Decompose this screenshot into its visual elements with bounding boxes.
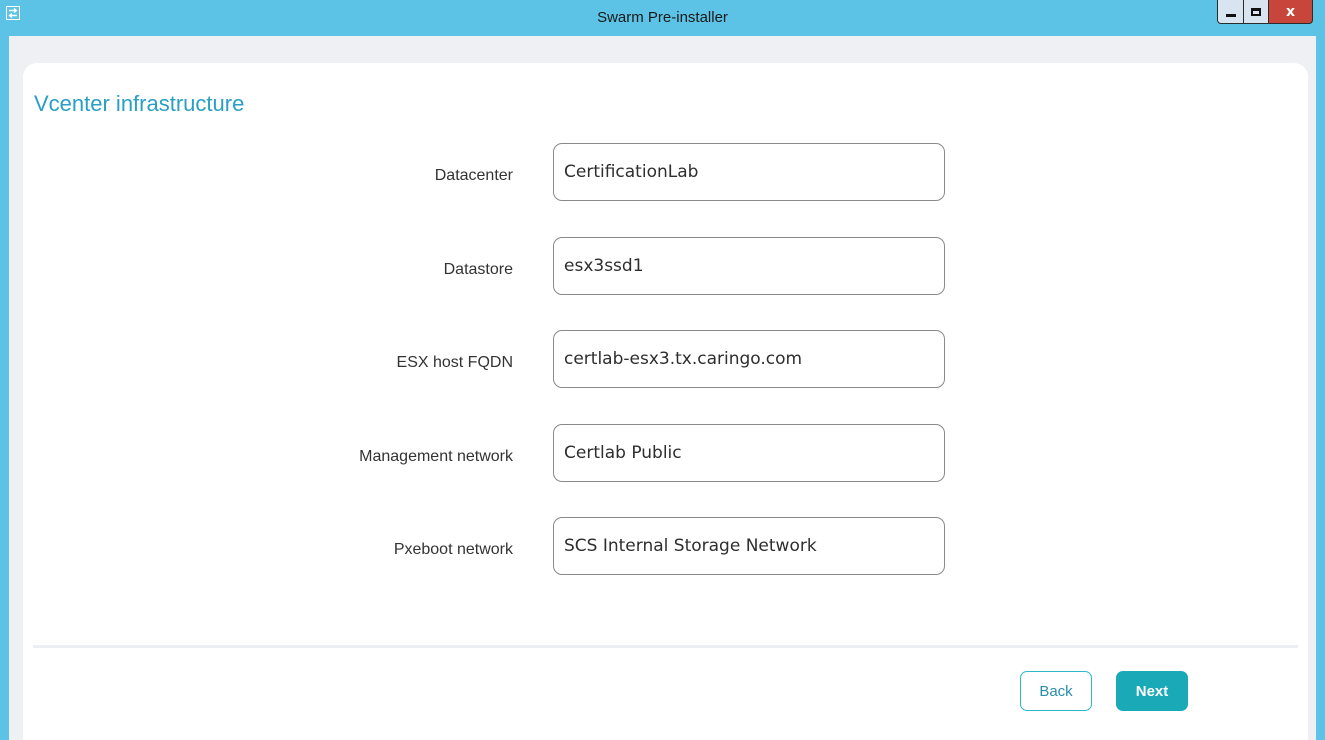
window-controls: x [1217, 0, 1313, 24]
next-button[interactable]: Next [1116, 671, 1188, 711]
form-row-datastore: Datastore [23, 237, 983, 295]
close-icon: x [1285, 3, 1296, 20]
pxeboot-network-input[interactable] [553, 517, 945, 575]
maximize-button[interactable] [1243, 0, 1269, 24]
esx-host-fqdn-input[interactable] [553, 330, 945, 388]
datastore-label: Datastore [443, 261, 513, 278]
title-bar[interactable]: Swarm Pre-installer x [0, 0, 1325, 36]
page-title: Vcenter infrastructure [34, 91, 245, 116]
esx-host-fqdn-label: ESX host FQDN [396, 354, 513, 371]
minimize-button[interactable] [1217, 0, 1243, 24]
pxeboot-network-label: Pxeboot network [393, 541, 513, 558]
minimize-icon [1225, 14, 1236, 17]
management-network-input[interactable] [553, 424, 945, 482]
datacenter-input[interactable] [553, 143, 945, 201]
datastore-input[interactable] [553, 237, 945, 295]
maximize-icon [1251, 7, 1261, 16]
content-card: Vcenter infrastructure Datacenter Datast… [23, 63, 1308, 740]
datacenter-label: Datacenter [434, 167, 513, 184]
app-window: Swarm Pre-installer x Vcenter infrastruc… [0, 0, 1325, 740]
back-button[interactable]: Back [1020, 671, 1092, 711]
footer-divider [33, 645, 1298, 648]
form-row-pxeboot-network: Pxeboot network [23, 517, 983, 575]
window-title: Swarm Pre-installer [597, 9, 728, 26]
close-button[interactable]: x [1269, 0, 1313, 24]
form-row-datacenter: Datacenter [23, 143, 983, 201]
management-network-label: Management network [359, 448, 513, 465]
form-row-esx-host: ESX host FQDN [23, 330, 983, 388]
client-area: Vcenter infrastructure Datacenter Datast… [9, 36, 1316, 740]
form-row-management-network: Management network [23, 424, 983, 482]
